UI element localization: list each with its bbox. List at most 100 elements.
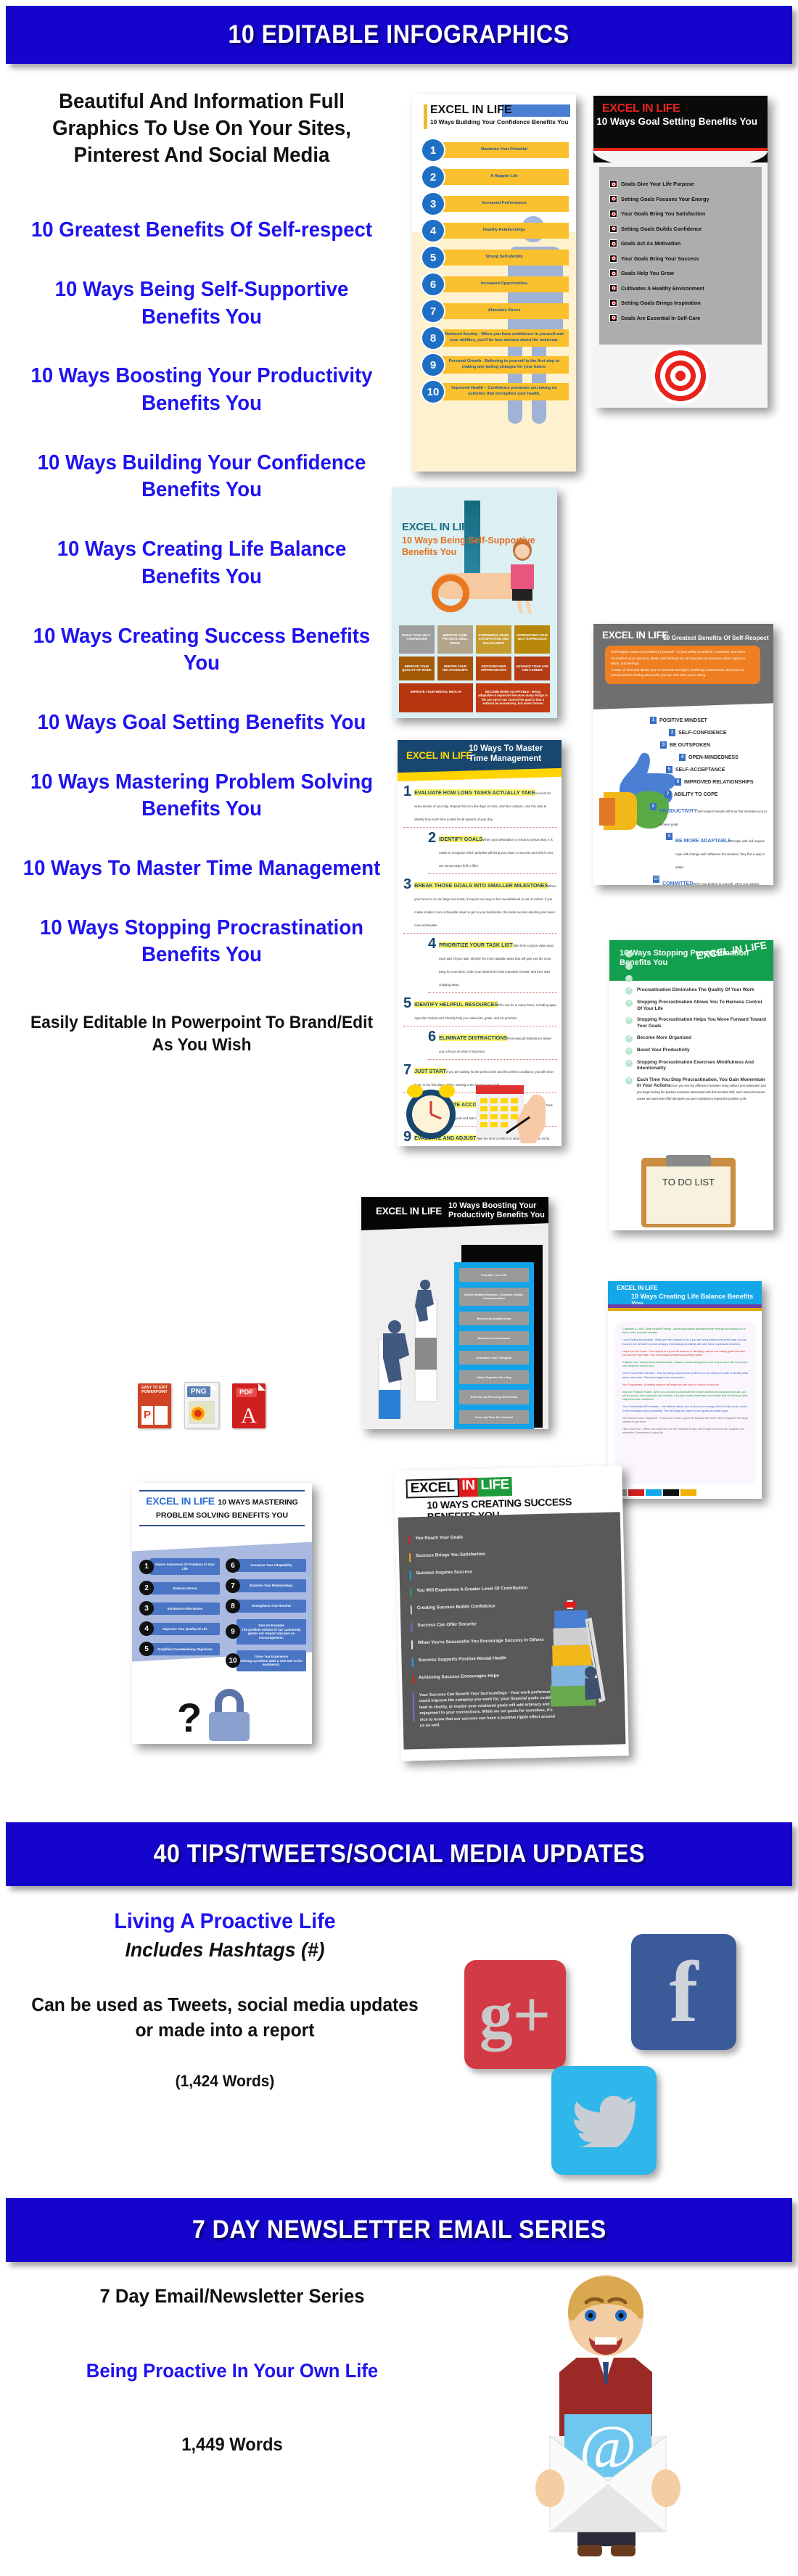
infographic-thumb-time-management[interactable]: EXCEL IN LIFE 10 Ways To Master Time Man…	[398, 740, 562, 1146]
list-item: Get In Touch With Yourself – Only by tak…	[622, 1372, 748, 1379]
productivity-list-panel: Prioritize Your Life Builds Healthy Rout…	[454, 1262, 534, 1429]
item-text: IMPROVED RELATIONSHIPS	[684, 779, 754, 785]
banner-title-tips: 40 TIPS/TWEETS/SOCIAL MEDIA UPDATES	[153, 1840, 645, 1868]
infographic-thumb-goal-setting[interactable]: EXCEL IN LIFE 10 Ways Goal Setting Benef…	[593, 96, 768, 408]
grid-cell: BECOME MORE ADAPTABLE - Being adaptable …	[476, 683, 550, 712]
item-number: 2	[428, 830, 437, 846]
sales-page: 10 EDITABLE INFOGRAPHICS Beautiful And I…	[0, 0, 798, 2576]
problem-columns: 1 Raises Awareness Of Problems In Your Li…	[139, 1558, 306, 1677]
list-item: 2A Happier Life	[422, 166, 569, 188]
item-text: Goals Act As Motivation	[621, 240, 681, 247]
list-item: 3 BE OUTSPOKEN	[660, 741, 769, 749]
intro-line: Self-respect means you believe in yourse…	[611, 650, 746, 654]
check-circle-icon	[625, 1034, 633, 1042]
banner-title-infographics: 10 EDITABLE INFOGRAPHICS	[228, 20, 570, 49]
logo-part-excel: EXCEL	[406, 1478, 459, 1499]
todo-list-label: TO DO LIST	[662, 1177, 715, 1188]
powerpoint-icon-label: EASY TO EDIT POWERPOINT	[141, 1386, 168, 1394]
list-item: 5 Simplifies Overwhelming Objectives	[139, 1642, 220, 1657]
item-number: 1	[139, 1559, 154, 1574]
time-subtitle: 10 Ways To Master Time Management	[469, 744, 543, 763]
padlock-icon	[209, 1689, 250, 1741]
infographic-thumb-creating-success[interactable]: EXCEL IN LIFE 10 WAYS CREATING SUCCESS B…	[394, 1465, 629, 1761]
accent-bar	[411, 1623, 413, 1632]
target-icon	[609, 313, 617, 322]
item-text: Alleviates Stress	[440, 303, 569, 319]
tips-text-block: Living A Proactive Life Includes Hashtag…	[15, 1909, 435, 2091]
infographic-thumb-life-balance[interactable]: EXCEL IN LIFE 10 Ways Creating Life Bala…	[608, 1281, 762, 1499]
list-item: 2 Reduces Stress	[139, 1581, 220, 1596]
google-plus-icon[interactable]: g+	[464, 1960, 566, 2069]
item-text: Gives You Experience	[255, 1654, 288, 1658]
item-number: 9	[422, 354, 444, 376]
item-title: ELIMINATE DISTRACTIONS	[439, 1034, 508, 1041]
list-item: Enhances Performance	[459, 1330, 529, 1345]
list-item: You Will Experience A Greater Level Of C…	[410, 1585, 555, 1597]
infographic-title-0: 10 Greatest Benefits Of Self-respect	[30, 218, 373, 242]
item-text: You Reach Your Goals	[415, 1534, 464, 1542]
check-circle-icon	[625, 1077, 633, 1085]
confidence-list: 1 Maximize Your Potential 2A Happier Life…	[422, 139, 569, 408]
infographic-thumb-self-respect[interactable]: EXCEL IN LIFE 10 Greatest Benefits Of Se…	[593, 624, 773, 885]
facebook-icon[interactable]: f	[631, 1934, 736, 2050]
infographic-title-2: 10 Ways Boosting Your Productivity Benef…	[30, 364, 373, 416]
infographic-thumb-confidence[interactable]: EXCEL IN LIFE 10 Ways Building Your Conf…	[412, 94, 576, 472]
accent-bar	[411, 1658, 414, 1667]
list-item: 5 IDENTIFY HELPFUL RESOURCESThis can be i…	[403, 996, 557, 1026]
list-item: Goals Help You Grow	[609, 269, 762, 277]
accent-bar	[410, 1605, 412, 1615]
infographic-thumb-problem-solving[interactable]: EXCEL IN LIFE 10 WAYS MASTERING PROBLEM …	[132, 1483, 312, 1744]
list-item: 6 ELIMINATE DISTRACTIONSRemoving all dist…	[428, 1029, 557, 1060]
bullseye-target-icon	[651, 347, 709, 405]
newsletter-line1: 7 Day Email/Newsletter Series	[99, 2285, 365, 2307]
check-circle-icon	[625, 999, 633, 1007]
item-text: Stopping Procrastination Helps You Move …	[637, 1017, 766, 1029]
item-text: POSITIVE MINDSET	[659, 717, 707, 723]
grid-cell: STRENGTHEN YOUR SELF-EXPRESSION	[514, 625, 550, 654]
list-item: Cultivates A Healthy Environment	[609, 284, 762, 292]
check-circle-icon	[625, 1059, 633, 1067]
item-text: Sets An Example	[258, 1624, 284, 1627]
item-text: Procrastination Diminishes The Quality O…	[637, 987, 754, 992]
infographic-thumb-procrastination[interactable]: 10 Ways Stopping Procrastination Benefit…	[609, 940, 773, 1230]
item-number: 3	[422, 193, 444, 215]
problem-header: EXCEL IN LIFE 10 WAYS MASTERING PROBLEM …	[139, 1490, 305, 1526]
infographic-title-8: 10 Ways To Master Time Management	[22, 856, 381, 880]
success-list: You Reach Your Goals Success Brings You …	[398, 1514, 559, 1729]
item-number: 4	[428, 936, 437, 952]
item-text: Boost Your Productivity	[637, 1047, 690, 1053]
list-item: Your Productivity Will Increase – Life b…	[622, 1405, 747, 1412]
list-item: Prioritize Your Life	[459, 1268, 529, 1283]
item-text: Strong Self-Identity	[440, 250, 569, 266]
list-item: Stopping Procrastination Exercises Mindf…	[625, 1059, 766, 1072]
item-text: Setting Goals Brings Inspiration	[621, 300, 701, 306]
infographic-thumb-self-supportive[interactable]: EXCEL IN LIFE 10 Ways Being Self-Support…	[392, 487, 557, 718]
goal-subtitle: 10 Ways Goal Setting Benefits You	[596, 116, 757, 127]
item-text: You Will Experience A Greater Level Of C…	[416, 1585, 528, 1594]
list-item: 4 OPEN-MINDEDNESS	[679, 754, 769, 761]
item-text: Increased Performance	[440, 196, 569, 212]
item-number: 8	[650, 803, 657, 810]
intro-text: Beautiful And Information Full Graphics …	[52, 90, 351, 168]
file-format-icons: EASY TO EDIT POWERPOINT P PNG PDF A	[138, 1382, 266, 1428]
item-number: 4	[679, 754, 686, 761]
list-item: 5 Strong Self-Identity	[422, 247, 569, 268]
pdf-icon-glyph: A	[241, 1404, 257, 1428]
list-item: 7 Enriches Your Relationships	[226, 1579, 306, 1593]
confidence-header: EXCEL IN LIFE 10 Ways Building Your Conf…	[424, 104, 570, 129]
list-item: 7 Alleviates Stress	[422, 300, 569, 322]
list-item: 1 Maximize Your Potential	[422, 139, 569, 161]
success-logo: EXCEL IN LIFE	[406, 1476, 513, 1499]
list-item: Declutters Your Thoughts	[459, 1350, 529, 1365]
item-number: 7	[226, 1579, 240, 1593]
accent-bar	[412, 1675, 414, 1684]
infographic-title-5: 10 Ways Creating Success Benefits You	[33, 624, 371, 675]
infographic-thumb-productivity[interactable]: Prioritize Your Life Builds Healthy Rout…	[361, 1197, 548, 1429]
list-item: You Reach Your Goals	[408, 1533, 554, 1545]
twitter-icon[interactable]	[551, 2066, 657, 2175]
list-item: Your Success Can Benefit Your Surroundin…	[412, 1689, 559, 1729]
item-text: Become More Organized	[637, 1034, 691, 1040]
item-text: Increases Your Adaptability	[236, 1559, 306, 1572]
intro-line: A state of mind that allows you to celeb…	[611, 668, 745, 677]
accent-bar	[408, 1536, 411, 1545]
